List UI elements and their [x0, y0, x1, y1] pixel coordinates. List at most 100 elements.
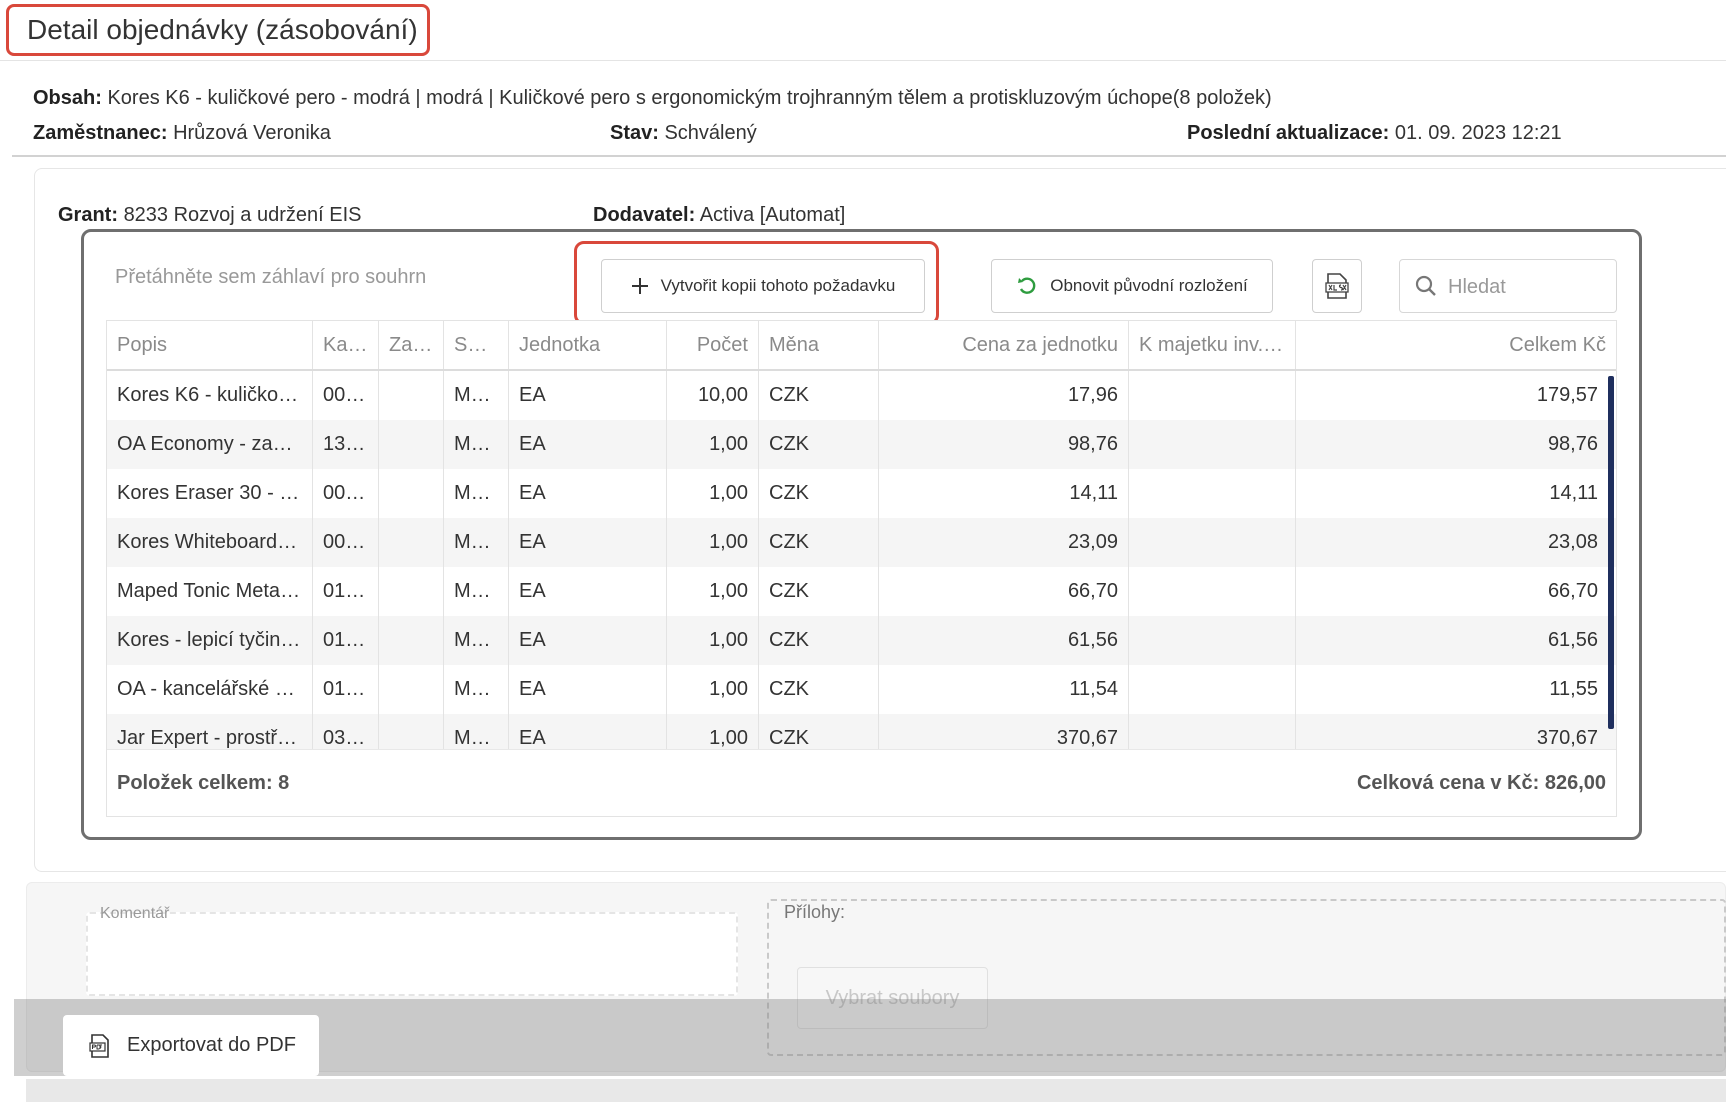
undo-icon — [1016, 275, 1038, 297]
table-row[interactable]: Maped Tonic Metal - o... 014... Mat... EA 1,… — [107, 567, 1616, 616]
table-cell — [379, 420, 444, 469]
table-row[interactable]: Kores Whiteboard - p... 007... Mat... EA 1,0… — [107, 518, 1616, 567]
table-cell: CZK — [759, 420, 879, 469]
table-cell — [379, 371, 444, 420]
table-cell — [379, 714, 444, 749]
table-cell: Mat... — [444, 518, 509, 567]
table-header-row: Popis Kat... Zak... Spe... Jednotka Počet Měna… — [107, 321, 1616, 371]
table-cell: Maped Tonic Metal - o... — [107, 567, 313, 616]
table-cell — [1129, 518, 1296, 567]
stav-value: Schválený — [664, 122, 757, 144]
table-cell: 1,00 — [667, 469, 759, 518]
table-cell: 23,09 — [879, 518, 1129, 567]
employee-info: Zaměstnanec: Hrůzová Veronika — [33, 122, 331, 145]
xlsx-export-button[interactable] — [1312, 259, 1362, 313]
table-row[interactable]: Jar Expert - prostředek...030... Mat...EA… — [107, 714, 1616, 749]
table-cell — [379, 665, 444, 714]
table-cell: 17,96 — [879, 371, 1129, 420]
column-header[interactable]: Cena za jednotku — [879, 321, 1129, 369]
table-body: Kores K6 - kuličkové p... 001... Mat... EA 1… — [107, 371, 1616, 749]
table-row[interactable]: OA Economy - zakláda...130... Mat...EA1,0… — [107, 420, 1616, 469]
table-cell — [1129, 469, 1296, 518]
bottom-strip — [26, 1079, 1726, 1102]
table-cell: Mat... — [444, 616, 509, 665]
reset-layout-button[interactable]: Obnovit původní rozložení — [991, 259, 1273, 313]
table-cell: CZK — [759, 469, 879, 518]
column-header[interactable]: Měna — [759, 321, 879, 369]
table-cell: EA — [509, 567, 667, 616]
pdf-file-icon — [89, 1033, 111, 1058]
table-cell: 61,56 — [1547, 629, 1598, 651]
table-row[interactable]: Kores - lepicí tyčinka -... 010... Mat... E… — [107, 616, 1616, 665]
table-row[interactable]: Kores K6 - kuličkové p... 001... Mat... EA 1… — [107, 371, 1616, 420]
table-cell: CZK — [759, 518, 879, 567]
table-cell: 14,11 — [879, 469, 1129, 518]
column-header[interactable]: Počet — [667, 321, 759, 369]
info-divider — [12, 155, 1726, 157]
table-cell: Kores - lepicí tyčinka -... — [107, 616, 313, 665]
table-cell: Mat... — [444, 714, 509, 749]
table-cell: 030... — [313, 714, 379, 749]
column-header[interactable]: K majetku inv. čí... — [1129, 321, 1296, 369]
stav-label: Stav: — [610, 122, 659, 144]
dodavatel-label: Dodavatel: — [593, 204, 696, 226]
column-header[interactable]: Jednotka — [509, 321, 667, 369]
table-cell: 179,57 — [1536, 384, 1598, 406]
obsah-label: Obsah: — [33, 87, 102, 109]
items-count-summary: Položek celkem: 8 — [117, 772, 290, 794]
column-header[interactable]: Celkem Kč — [1296, 321, 1616, 369]
table-cell: Mat... — [444, 371, 509, 420]
xlsx-export-icon — [1325, 273, 1349, 299]
table-row[interactable]: OA - kancelářské spon...014... Mat...EA1,… — [107, 665, 1616, 714]
total-price-summary: Celková cena v Kč: 826,00 — [1356, 772, 1606, 794]
column-header[interactable]: Spe... — [444, 321, 509, 369]
table-cell: Mat... — [444, 665, 509, 714]
table-cell: 61,56 — [879, 616, 1129, 665]
table-cell: EA — [509, 616, 667, 665]
group-panel-hint[interactable]: Přetáhněte sem záhlaví pro souhrn — [115, 266, 426, 289]
items-table: Popis Kat... Zak... Spe... Jednotka Počet Měna… — [106, 320, 1617, 817]
page-title: Detail objednávky (zásobování) — [6, 4, 430, 56]
table-cell: 66,70 — [1547, 580, 1598, 602]
column-header[interactable]: Kat... — [313, 321, 379, 369]
zamestnanec-label: Zaměstnanec: — [33, 122, 168, 144]
export-pdf-button[interactable]: Exportovat do PDF — [63, 1015, 319, 1076]
title-divider — [0, 60, 1726, 61]
grant-value: 8233 Rozvoj a udržení EIS — [123, 204, 362, 226]
search-box — [1399, 259, 1617, 313]
table-cell: Kores Whiteboard - p... — [107, 518, 313, 567]
plus-icon — [631, 277, 649, 295]
aktualizace-label: Poslední aktualizace: — [1187, 122, 1390, 144]
table-cell: 98,76 — [1547, 433, 1598, 455]
create-copy-button[interactable]: Vytvořit kopii tohoto požadavku — [601, 259, 925, 313]
table-cell: Jar Expert - prostředek... — [107, 714, 313, 749]
table-cell: 130... — [313, 420, 379, 469]
table-cell: 11,54 — [879, 665, 1129, 714]
table-cell: Kores K6 - kuličkové p... — [107, 371, 313, 420]
table-cell: EA — [509, 371, 667, 420]
vertical-scrollbar[interactable] — [1608, 376, 1614, 729]
attachments-label: Přílohy: — [784, 902, 846, 922]
table-cell: EA — [509, 665, 667, 714]
status-info: Stav: Schválený — [610, 122, 757, 145]
table-cell: 23,08 — [1547, 531, 1598, 553]
table-cell — [1129, 420, 1296, 469]
table-cell: EA — [509, 420, 667, 469]
table-cell: 11,55 — [1549, 678, 1598, 700]
column-header[interactable]: Zak... — [379, 321, 444, 369]
dodavatel-value: Activa [Automat] — [699, 204, 846, 226]
search-input[interactable] — [1448, 272, 1608, 302]
column-header[interactable]: Popis — [107, 321, 313, 369]
table-cell: 001... — [313, 371, 379, 420]
table-cell: CZK — [759, 371, 879, 420]
last-update-info: Poslední aktualizace: 01. 09. 2023 12:21 — [1187, 122, 1562, 145]
create-copy-label: Vytvořit kopii tohoto požadavku — [660, 276, 896, 295]
table-row[interactable]: Kores Eraser 30 - pryž ...004... Mat...EA… — [107, 469, 1616, 518]
table-cell: CZK — [759, 714, 879, 749]
table-cell: Kores Eraser 30 - pryž ... — [107, 469, 313, 518]
table-cell: OA Economy - zakláda... — [107, 420, 313, 469]
table-cell: CZK — [759, 665, 879, 714]
table-cell — [1129, 616, 1296, 665]
comment-field[interactable] — [86, 912, 738, 996]
table-footer: Položek celkem: 8 Celková cena v Kč: 826… — [107, 749, 1616, 816]
